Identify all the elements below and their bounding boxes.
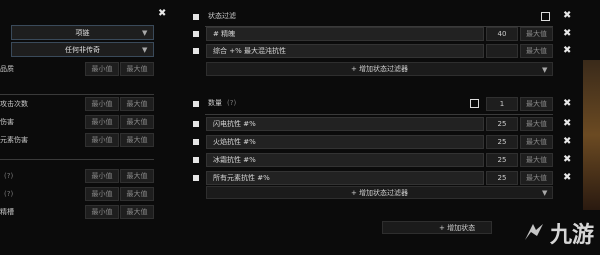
add-stat-filter-button[interactable]: + 增加状态过滤器 [206, 186, 553, 199]
stat-value-input[interactable]: 40 [486, 27, 518, 41]
stat-label: 攻击次数 [0, 100, 28, 108]
panel-toggle-checkbox[interactable] [193, 14, 199, 20]
min-input[interactable]: 最小值 [85, 187, 119, 201]
count-min-input[interactable]: 1 [486, 97, 518, 111]
stat-max-input[interactable]: 最大值 [520, 44, 553, 58]
close-icon[interactable]: ✖ [563, 155, 571, 165]
help-hint[interactable]: (?) [4, 173, 13, 180]
stat-name-field[interactable]: 火焰抗性 #% [206, 135, 484, 149]
edit-icon[interactable] [470, 99, 479, 108]
stat-name-field[interactable]: 闪电抗性 #% [206, 117, 484, 131]
max-input[interactable]: 最大值 [120, 205, 154, 219]
stat-max-input[interactable]: 最大值 [520, 135, 553, 149]
divider [0, 94, 154, 95]
min-input[interactable]: 最小值 [85, 115, 119, 129]
count-max-input[interactable]: 最大值 [520, 97, 553, 111]
stat-max-input[interactable]: 最大值 [520, 153, 553, 167]
max-input[interactable]: 最大值 [120, 187, 154, 201]
max-input[interactable]: 最大值 [120, 169, 154, 183]
stat-checkbox[interactable] [193, 157, 199, 163]
panel-title: 状态过滤 [208, 12, 236, 20]
stat-checkbox[interactable] [193, 48, 199, 54]
edit-icon[interactable] [541, 12, 550, 21]
panel-toggle-checkbox[interactable] [193, 101, 199, 107]
close-icon[interactable]: ✖ [563, 99, 571, 109]
watermark: 九游 [521, 217, 594, 249]
quality-min-input[interactable]: 最小值 [85, 62, 119, 76]
close-icon[interactable]: ✖ [563, 119, 571, 129]
stat-value-input[interactable]: 25 [486, 135, 518, 149]
stat-max-input[interactable]: 最大值 [520, 171, 553, 185]
min-input[interactable]: 最小值 [85, 133, 119, 147]
panel-title: 数量 [208, 99, 222, 107]
divider [0, 159, 154, 160]
max-input[interactable]: 最大值 [120, 133, 154, 147]
close-icon[interactable]: ✖ [158, 9, 166, 19]
rarity-dropdown-value: 任何非传奇 [65, 45, 100, 54]
stat-label: 精槽 [0, 208, 14, 216]
stat-name-field[interactable]: 所有元素抗性 #% [206, 171, 484, 185]
help-hint[interactable]: (?) [4, 191, 13, 198]
stat-name-field[interactable]: 综合 +% 最大混沌抗性 [206, 44, 484, 58]
chevron-down-icon: ▼ [542, 189, 548, 197]
stat-value-input[interactable]: 25 [486, 117, 518, 131]
divider [205, 114, 553, 115]
quality-max-input[interactable]: 最大值 [120, 62, 154, 76]
chevron-down-icon: ▼ [142, 29, 148, 37]
min-input[interactable]: 最小值 [85, 205, 119, 219]
quality-label: 品质 [0, 65, 14, 73]
stat-value-input[interactable] [486, 44, 518, 58]
watermark-text: 九游 [549, 223, 594, 248]
stat-value-input[interactable]: 25 [486, 153, 518, 167]
rarity-dropdown[interactable]: 任何非传奇 [11, 42, 154, 57]
chevron-down-icon: ▼ [142, 46, 148, 54]
stat-checkbox[interactable] [193, 175, 199, 181]
close-icon[interactable]: ✖ [563, 46, 571, 56]
add-stat-filter-button[interactable]: + 增加状态过滤器 [206, 62, 553, 76]
stat-name-field[interactable]: 冰霜抗性 #% [206, 153, 484, 167]
min-input[interactable]: 最小值 [85, 97, 119, 111]
close-icon[interactable]: ✖ [563, 173, 571, 183]
add-stat-group-button[interactable]: + 增加状态 [382, 221, 492, 234]
stat-label: 元素伤害 [0, 136, 28, 144]
stat-label: 伤害 [0, 118, 14, 126]
close-icon[interactable]: ✖ [563, 137, 571, 147]
type-dropdown[interactable]: 项链 [11, 25, 154, 40]
stat-max-input[interactable]: 最大值 [520, 27, 553, 41]
background-artwork [583, 60, 600, 210]
stat-value-input[interactable]: 25 [486, 171, 518, 185]
stat-max-input[interactable]: 最大值 [520, 117, 553, 131]
help-hint[interactable]: (?) [227, 100, 236, 107]
close-icon[interactable]: ✖ [563, 29, 571, 39]
close-icon[interactable]: ✖ [563, 11, 571, 21]
min-input[interactable]: 最小值 [85, 169, 119, 183]
chevron-down-icon: ▼ [542, 66, 548, 74]
watermark-logo-icon [524, 224, 543, 240]
stat-name-field[interactable]: # 精魄 [206, 27, 484, 41]
max-input[interactable]: 最大值 [120, 115, 154, 129]
max-input[interactable]: 最大值 [120, 97, 154, 111]
stat-checkbox[interactable] [193, 139, 199, 145]
stat-checkbox[interactable] [193, 121, 199, 127]
type-dropdown-value: 项链 [75, 28, 90, 37]
stat-checkbox[interactable] [193, 31, 199, 37]
